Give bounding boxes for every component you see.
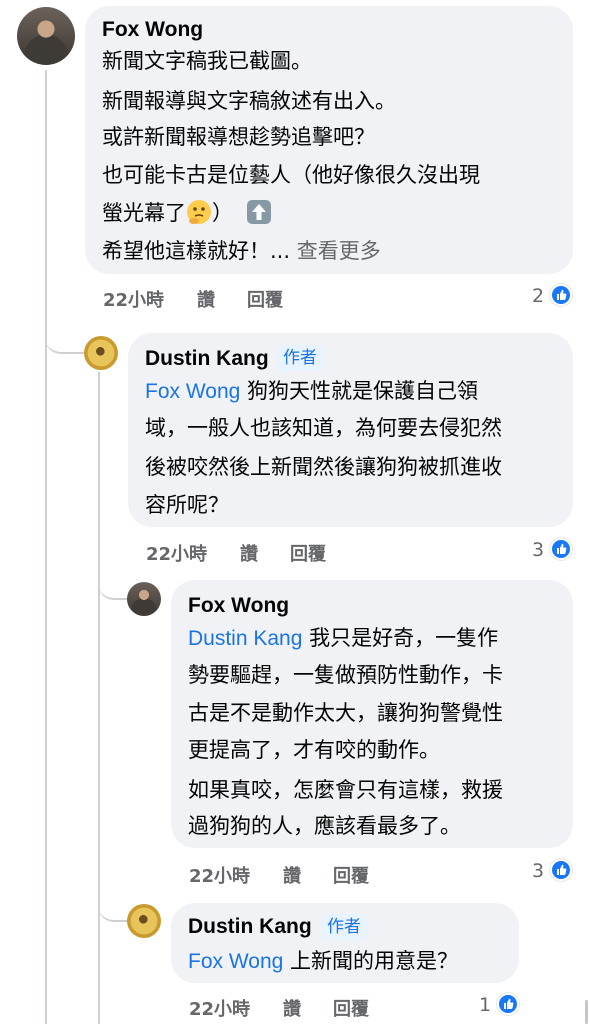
like-reaction-icon[interactable] [550,284,572,306]
thread-connector-reply-2 [98,578,128,600]
comment-text-line: 勢要驅趕，一隻做預防性動作，卡 [188,663,503,687]
mention-link[interactable]: Dustin Kang [188,627,302,650]
reaction-count[interactable]: 3 [532,539,544,561]
like-button[interactable]: 讚 [283,862,301,888]
like-button[interactable]: 讚 [197,286,215,312]
comment-text-line: 希望他這樣就好！... 查看更多 [102,236,381,266]
up-arrow-icon [246,199,272,225]
thread-line-main [45,70,47,1024]
mention-link[interactable]: Fox Wong [188,950,283,973]
comment-text-line: Fox Wong 上新聞的用意是？ [188,946,458,977]
like-reaction-icon[interactable] [550,538,572,560]
avatar[interactable] [17,7,75,65]
author-badge: 作者 [321,914,367,940]
comment-text-line: 更提高了，才有咬的動作。 [188,738,440,762]
avatar[interactable] [84,336,118,370]
comment-timestamp[interactable]: 22小時 [189,862,250,888]
comment-author[interactable]: Fox Wong [188,594,289,618]
thinking-face-icon [186,199,212,225]
comment-text-fragment: 螢光幕了 [102,201,186,225]
comment-text-fragment: ） [212,201,233,225]
comment-timestamp[interactable]: 22小時 [146,540,207,566]
thread-connector-reply-1 [45,330,85,354]
reaction-count[interactable]: 1 [479,994,491,1016]
like-button[interactable]: 讚 [283,995,301,1021]
comment-text-line: 或許新聞報導想趁勢追擊吧？ [102,125,375,149]
comment-text-fragment: 我只是好奇，一隻作 [302,626,499,650]
like-reaction-icon[interactable] [550,859,572,881]
mention-link[interactable]: Fox Wong [145,380,240,403]
comment-text-line: 過狗狗的人，應該看最多了。 [188,814,461,838]
comment-text-fragment: 上新聞的用意是？ [283,949,459,973]
comment-text-line: 域，一般人也該知道，為何要去侵犯然 [145,416,502,440]
comment-author[interactable]: Fox Wong [102,18,203,42]
comment-text-line: 古是不是動作太大，讓狗狗警覺性 [188,701,503,725]
reply-button[interactable]: 回覆 [333,995,369,1021]
comment-text-line: 也可能卡古是位藝人（他好像很久沒出現 [102,163,480,187]
comment-text-line: 容所呢？ [145,493,229,517]
avatar[interactable] [127,904,161,938]
reply-button[interactable]: 回覆 [290,540,326,566]
thread-line-reply [98,372,100,1024]
like-reaction-icon[interactable] [497,993,519,1015]
comment-text-line: 後被咬然後上新聞然後讓狗狗被抓進收 [145,455,502,479]
comment-text-line: Dustin Kang 我只是好奇，一隻作 [188,623,498,654]
like-button[interactable]: 讚 [240,540,258,566]
reaction-count[interactable]: 2 [532,285,544,307]
see-more-link[interactable]: 查看更多 [297,239,381,263]
comment-author[interactable]: Dustin Kang [145,347,269,371]
reply-button[interactable]: 回覆 [333,862,369,888]
comment-timestamp[interactable]: 22小時 [189,995,250,1021]
thread-connector-reply-3 [98,900,128,922]
comment-text-line: 新聞文字稿我已截圖。 [102,49,312,73]
comment-text-line: 如果真咬，怎麼會只有這樣，救援 [188,778,503,802]
reaction-count[interactable]: 3 [532,860,544,882]
comment-text-fragment: 希望他這樣就好！... [102,239,297,263]
comment-text-fragment: 狗狗天性就是保護自己領 [240,379,479,403]
reply-button[interactable]: 回覆 [247,286,283,312]
scrollbar[interactable] [585,1000,588,1024]
avatar[interactable] [127,582,161,616]
comment-text-line-emoji: 螢光幕了 ） [102,198,272,228]
comment-author[interactable]: Dustin Kang [188,915,312,939]
comment-text-line: 新聞報導與文字稿敘述有出入。 [102,89,396,113]
comment-text-line: Fox Wong 狗狗天性就是保護自己領 [145,376,478,407]
comment-timestamp[interactable]: 22小時 [103,286,164,312]
author-badge: 作者 [277,345,323,371]
